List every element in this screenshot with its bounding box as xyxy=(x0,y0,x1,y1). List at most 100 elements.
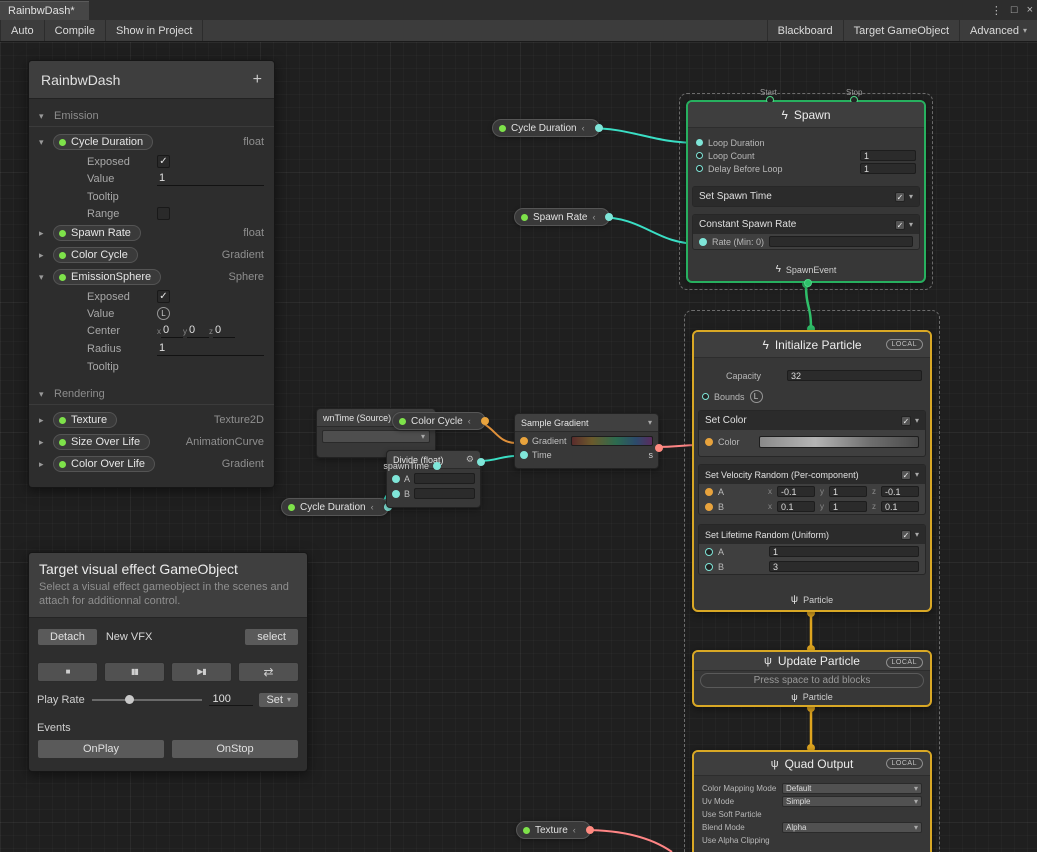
vel-a-y-field[interactable]: 1 xyxy=(829,486,867,497)
lifetime-a-port[interactable] xyxy=(705,548,713,556)
chevron-down-icon[interactable]: ▾ xyxy=(909,192,913,201)
detach-button[interactable]: Detach xyxy=(37,628,98,646)
block-enabled-checkbox[interactable]: ✓ xyxy=(895,192,905,202)
foldout-icon[interactable]: ▾ xyxy=(39,111,48,122)
vel-b-y-field[interactable]: 1 xyxy=(829,501,867,512)
center-x-field[interactable]: 0 xyxy=(161,324,183,338)
param-node-cycle-duration[interactable]: Cycle Duration ‹ xyxy=(492,119,600,137)
divide-input-a-port[interactable] xyxy=(392,475,400,483)
onstop-button[interactable]: OnStop xyxy=(171,739,299,759)
set-lifetime-random-block[interactable]: Set Lifetime Random (Uniform) ✓ ▾ A 1 B … xyxy=(698,524,926,575)
chevron-down-icon[interactable]: ▾ xyxy=(915,530,919,539)
lifetime-b-field[interactable]: 3 xyxy=(769,561,919,572)
spawn-node[interactable]: Start Stop ϟ Spawn Loop Duration Loop Co… xyxy=(686,100,926,283)
play-rate-field[interactable]: 100 xyxy=(209,693,253,706)
uv-mode-dropdown[interactable]: Simple▾ xyxy=(782,796,922,807)
spawntime-output-port[interactable] xyxy=(433,462,441,470)
foldout-icon[interactable]: ▸ xyxy=(39,437,48,448)
target-gameobject-toggle-button[interactable]: Target GameObject xyxy=(843,20,959,41)
initialize-particle-node[interactable]: ϟ Initialize Particle LOCAL Capacity 32 … xyxy=(692,330,932,612)
lifetime-a-field[interactable]: 1 xyxy=(769,546,919,557)
spawn-output-port[interactable] xyxy=(804,279,812,287)
param-output-port[interactable] xyxy=(595,124,603,132)
sample-gradient-node[interactable]: Sample Gradient ▾ Gradient Time s xyxy=(514,413,659,469)
auto-button[interactable]: Auto xyxy=(0,20,45,41)
vel-b-x-field[interactable]: 0.1 xyxy=(777,501,815,512)
blend-mode-dropdown[interactable]: Alpha▾ xyxy=(782,822,922,833)
foldout-icon[interactable]: ▸ xyxy=(39,250,48,261)
param-row-color-over-life[interactable]: ▸ Color Over Life Gradient xyxy=(29,453,274,475)
chevron-down-icon[interactable]: ▾ xyxy=(648,418,652,427)
param-row-size-over-life[interactable]: ▸ Size Over Life AnimationCurve xyxy=(29,431,274,453)
gradient-preview[interactable] xyxy=(571,436,653,446)
set-spawn-time-block[interactable]: Set Spawn Time ✓ ▾ xyxy=(692,186,920,207)
maximize-icon[interactable]: □ xyxy=(1011,4,1018,16)
foldout-icon[interactable]: ▸ xyxy=(39,228,48,239)
foldout-icon[interactable]: ▾ xyxy=(39,272,48,283)
value-field[interactable]: 1 xyxy=(157,172,264,186)
pause-button[interactable]: ▮▮ xyxy=(104,662,165,682)
center-y-field[interactable]: 0 xyxy=(187,324,209,338)
slider-thumb[interactable] xyxy=(125,695,134,704)
param-row-spawn-rate[interactable]: ▸ Spawn Rate float xyxy=(29,222,274,244)
loop-count-port[interactable] xyxy=(696,152,703,159)
loop-count-field[interactable]: 1 xyxy=(860,150,916,161)
rate-field[interactable] xyxy=(769,236,913,247)
color-input-port[interactable] xyxy=(705,438,713,446)
select-button[interactable]: select xyxy=(244,628,299,646)
edge-texture-to-quad-output[interactable] xyxy=(584,830,672,852)
range-checkbox[interactable] xyxy=(157,207,170,220)
graph-canvas[interactable]: wnTime (Source) ▾ spawnTime Divide (floa… xyxy=(0,42,1037,852)
param-row-color-cycle[interactable]: ▸ Color Cycle Gradient xyxy=(29,244,274,266)
divide-a-field[interactable] xyxy=(414,473,475,484)
velocity-b-port[interactable] xyxy=(705,503,713,511)
use-alpha-clipping-label[interactable]: Use Alpha Clipping xyxy=(702,836,770,845)
velocity-a-port[interactable] xyxy=(705,488,713,496)
category-emission[interactable]: ▾ Emission xyxy=(29,105,274,127)
sample-gradient-output-port[interactable] xyxy=(655,444,663,452)
param-output-port[interactable] xyxy=(586,826,594,834)
delay-field[interactable]: 1 xyxy=(860,163,916,174)
divide-output-port[interactable] xyxy=(477,458,485,466)
gradient-input-port[interactable] xyxy=(520,437,528,445)
center-z-field[interactable]: 0 xyxy=(213,324,235,338)
param-row-emission-sphere[interactable]: ▾ EmissionSphere Sphere xyxy=(29,266,274,288)
show-in-project-button[interactable]: Show in Project xyxy=(106,20,203,41)
block-enabled-checkbox[interactable]: ✓ xyxy=(895,220,905,230)
radius-field[interactable]: 1 xyxy=(157,342,264,356)
linked-icon[interactable]: L xyxy=(157,307,170,320)
foldout-icon[interactable]: ▾ xyxy=(39,389,48,400)
block-enabled-checkbox[interactable]: ✓ xyxy=(901,530,911,540)
lifetime-b-port[interactable] xyxy=(705,563,713,571)
block-enabled-checkbox[interactable]: ✓ xyxy=(901,470,911,480)
divide-b-field[interactable] xyxy=(414,488,475,499)
vel-a-x-field[interactable]: -0.1 xyxy=(777,486,815,497)
compile-button[interactable]: Compile xyxy=(45,20,106,41)
param-node-spawn-rate[interactable]: Spawn Rate ‹ xyxy=(514,208,610,226)
loop-duration-port[interactable] xyxy=(696,139,703,146)
spawntime-settings-dropdown[interactable]: ▾ xyxy=(322,430,430,443)
step-button[interactable]: ▶▮ xyxy=(171,662,232,682)
tab-rainbwdash[interactable]: RainbwDash* xyxy=(0,1,89,20)
param-node-cycle-duration-2[interactable]: Cycle Duration ‹ xyxy=(281,498,389,516)
add-block-placeholder[interactable]: Press space to add blocks xyxy=(700,673,924,688)
stop-button[interactable]: ■ xyxy=(37,662,98,682)
update-particle-node[interactable]: ψ Update Particle LOCAL Press space to a… xyxy=(692,650,932,707)
constant-spawn-rate-block[interactable]: Constant Spawn Rate ✓ ▾ Rate (Min: 0) xyxy=(692,214,920,250)
set-velocity-random-block[interactable]: Set Velocity Random (Per-component) ✓ ▾ … xyxy=(698,464,926,515)
add-parameter-button[interactable]: + xyxy=(253,71,262,89)
chevron-down-icon[interactable]: ▾ xyxy=(909,220,913,229)
capacity-field[interactable]: 32 xyxy=(787,370,922,381)
use-soft-particle-label[interactable]: Use Soft Particle xyxy=(702,810,762,819)
linked-icon[interactable]: L xyxy=(750,390,763,403)
divide-input-b-port[interactable] xyxy=(392,490,400,498)
gear-icon[interactable]: ⚙ xyxy=(466,454,474,465)
menu-icon[interactable]: ⋮ xyxy=(991,4,1002,17)
time-input-port[interactable] xyxy=(520,451,528,459)
restart-button[interactable]: ⇄ xyxy=(238,662,299,682)
exposed-checkbox[interactable]: ✓ xyxy=(157,290,170,303)
param-node-color-cycle[interactable]: Color Cycle ‹ xyxy=(392,412,486,430)
close-icon[interactable]: × xyxy=(1027,4,1033,16)
bounds-port[interactable] xyxy=(702,393,709,400)
vel-a-z-field[interactable]: -0.1 xyxy=(881,486,919,497)
